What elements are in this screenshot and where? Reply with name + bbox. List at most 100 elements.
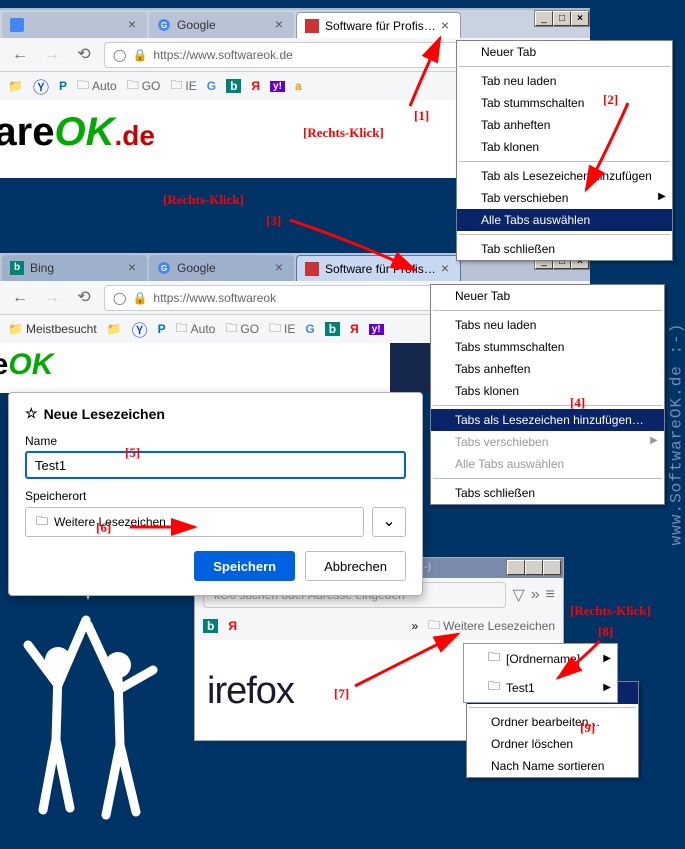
back-button[interactable]: ← <box>8 286 32 310</box>
tab-google[interactable]: GGoogle× <box>149 12 294 38</box>
menu-icon[interactable]: ≡ <box>546 586 555 604</box>
lock-icon: 🔒 <box>132 48 147 62</box>
lock-icon: 🔒 <box>132 291 147 305</box>
minimize-button[interactable]: _ <box>507 560 525 575</box>
forward-button[interactable]: → <box>40 286 64 310</box>
maximize-button[interactable]: □ <box>553 11 571 26</box>
anno-3: [3] <box>266 213 281 229</box>
dialog-title: ☆Neue Lesezeichen <box>25 405 406 422</box>
bookmark-name-input[interactable] <box>25 451 406 479</box>
shield-icon: ◯ <box>113 48 126 62</box>
pocket-icon[interactable]: ▽ <box>512 585 524 605</box>
tab-bing[interactable]: bBing× <box>2 255 147 281</box>
bookmark-folder-ie[interactable]: 🗀 IE <box>170 76 196 97</box>
bookmark-meistbesucht[interactable]: 📁 Meistbesucht <box>8 322 97 336</box>
menu-tabs-neu-laden[interactable]: Tabs neu laden <box>431 314 664 336</box>
bookmark-item[interactable]: y! <box>369 324 384 335</box>
bookmark-item[interactable]: Я <box>251 79 260 93</box>
menu-nach-name-sortieren[interactable]: Nach Name sortieren <box>467 755 638 777</box>
overflow-icon[interactable]: » <box>531 586 540 604</box>
minimize-button[interactable]: _ <box>535 11 553 26</box>
menu-tab-lesezeichen[interactable]: Tab als Lesezeichen hinzufügen <box>457 165 672 187</box>
menu-ordner-bearbeiten[interactable]: Ordner bearbeiten… <box>467 711 638 733</box>
bookmark-item[interactable]: G <box>305 322 314 336</box>
url-text: https://www.softwareok <box>153 291 276 305</box>
expand-button[interactable]: ⌄ <box>372 507 406 537</box>
close-icon[interactable]: × <box>272 18 286 32</box>
folder-icon: 🗀 <box>488 677 500 698</box>
close-button[interactable]: × <box>543 560 561 575</box>
tab-google[interactable]: GGoogle× <box>149 255 294 281</box>
logo-ok: OK <box>55 110 115 154</box>
tab-blank[interactable]: × <box>2 12 147 38</box>
bookmark-item[interactable]: 📁 <box>107 322 122 336</box>
bookmark-folder-weitere[interactable]: 🗀 Weitere Lesezeichen <box>428 616 555 637</box>
close-button[interactable]: × <box>571 11 589 26</box>
bookmark-folder[interactable]: 🗀 Auto <box>176 319 216 340</box>
star-icon: ☆ <box>25 405 38 422</box>
menu-tab-verschieben[interactable]: Tab verschieben▶ <box>457 187 672 209</box>
maximize-button[interactable]: □ <box>525 560 543 575</box>
tab-context-menu-2: Neuer Tab Tabs neu laden Tabs stummschal… <box>430 284 665 505</box>
location-label: Speicherort <box>25 489 406 503</box>
menu-alle-tabs-auswaehlen[interactable]: Alle Tabs auswählen <box>457 209 672 231</box>
close-icon[interactable]: × <box>125 18 139 32</box>
location-select[interactable]: 🗀Weitere Lesezeichen <box>25 507 364 537</box>
menu-neuer-tab[interactable]: Neuer Tab <box>431 285 664 307</box>
menu-tabs-klonen[interactable]: Tabs klonen <box>431 380 664 402</box>
overflow-icon[interactable]: » <box>411 619 418 633</box>
bookmark-item[interactable]: b <box>203 619 218 633</box>
bookmark-item[interactable]: b <box>226 79 241 93</box>
bookmark-item[interactable]: y! <box>270 81 285 92</box>
close-icon[interactable]: × <box>438 262 452 276</box>
menu-tab-stummschalten[interactable]: Tab stummschalten <box>457 92 672 114</box>
shield-icon: ◯ <box>113 291 126 305</box>
menu-tab-klonen[interactable]: Tab klonen <box>457 136 672 158</box>
bookmark-folder[interactable]: 🗀 IE <box>269 319 295 340</box>
close-icon[interactable]: × <box>272 261 286 275</box>
tab-softwareok[interactable]: Software für Profis und× <box>296 255 461 281</box>
menu-alle-tabs-auswaehlen: Alle Tabs auswählen <box>431 453 664 475</box>
back-button[interactable]: ← <box>8 43 32 67</box>
anno-rk3: [Rechts-Klick] <box>570 603 651 619</box>
menu-neuer-tab[interactable]: Neuer Tab <box>457 41 672 63</box>
bookmark-folder-test1[interactable]: 🗀Test1▶ <box>464 673 617 702</box>
bookmark-item[interactable]: Я <box>350 322 359 336</box>
watermark: www.SoftwareOK.de :-) <box>668 322 685 545</box>
bookmark-item[interactable]: G <box>207 79 216 93</box>
close-icon[interactable]: × <box>125 261 139 275</box>
bookmark-item[interactable]: 📁 <box>8 79 23 93</box>
reload-button[interactable]: ⟲ <box>72 43 96 67</box>
save-button[interactable]: Speichern <box>194 551 295 581</box>
svg-text:G: G <box>161 264 167 273</box>
menu-tab-neu-laden[interactable]: Tab neu laden <box>457 70 672 92</box>
menu-tab-anheften[interactable]: Tab anheften <box>457 114 672 136</box>
menu-tabs-schliessen[interactable]: Tabs schließen <box>431 482 664 504</box>
anno-8: [8] <box>598 624 613 640</box>
menu-tabs-lesezeichen-hinzufuegen[interactable]: Tabs als Lesezeichen hinzufügen… <box>431 409 664 431</box>
menu-tabs-stummschalten[interactable]: Tabs stummschalten <box>431 336 664 358</box>
bookmark-item[interactable]: Ⓨ <box>132 317 148 341</box>
bookmark-folder-auto[interactable]: 🗀 Auto <box>77 76 117 97</box>
bookmark-folder-go[interactable]: 🗀 GO <box>127 76 161 97</box>
folder-icon: 🗀 <box>36 512 48 533</box>
forward-button[interactable]: → <box>40 43 64 67</box>
bookmark-item[interactable]: P <box>158 322 166 336</box>
bookmark-item[interactable]: a <box>295 79 302 93</box>
menu-tabs-anheften[interactable]: Tabs anheften <box>431 358 664 380</box>
bookmark-item[interactable]: Ⓨ <box>33 74 49 98</box>
tab-context-menu-1: Neuer Tab Tab neu laden Tab stummschalte… <box>456 40 673 261</box>
bookmark-item[interactable]: P <box>59 79 67 93</box>
bookmark-item[interactable]: b <box>325 322 340 336</box>
bookmark-item[interactable]: Я <box>228 619 237 633</box>
tab-softwareok[interactable]: Software für Profis und× <box>296 12 461 38</box>
close-icon[interactable]: × <box>438 19 452 33</box>
cancel-button[interactable]: Abbrechen <box>305 551 406 581</box>
bookmark-folder[interactable]: 🗀 GO <box>225 319 259 340</box>
logo-text: tware <box>0 110 55 154</box>
menu-ordner-loeschen[interactable]: Ordner löschen <box>467 733 638 755</box>
svg-text:G: G <box>161 21 167 30</box>
reload-button[interactable]: ⟲ <box>72 286 96 310</box>
menu-tab-schliessen[interactable]: Tab schließen <box>457 238 672 260</box>
bookmark-folder-ordnername[interactable]: 🗀[Ordnername]▶ <box>464 644 617 673</box>
